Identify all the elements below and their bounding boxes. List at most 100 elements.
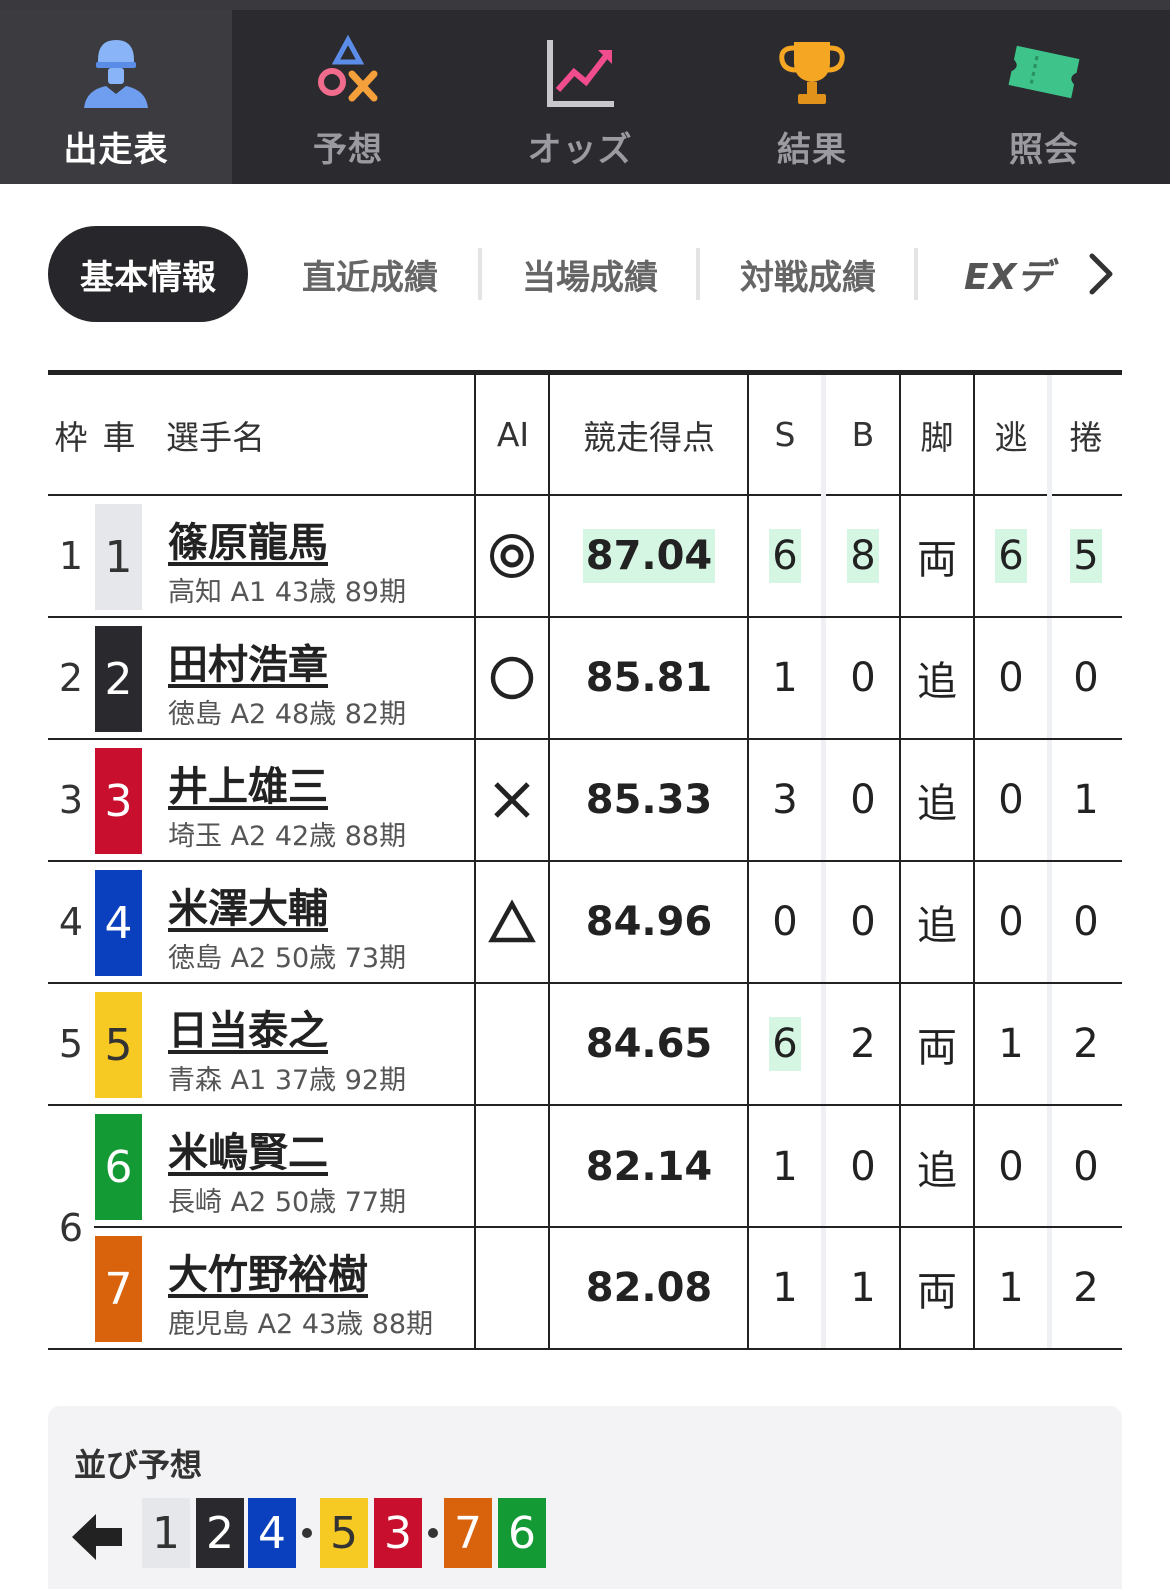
- trophy-icon: [779, 42, 845, 104]
- s-count: 1: [772, 1144, 798, 1190]
- top-nav: 出走表 予想 オッズ 結果 照会: [0, 0, 1170, 184]
- tab-shusouhyo[interactable]: 出走表: [0, 10, 232, 184]
- tab-divider: [478, 248, 482, 300]
- nige-count: 0: [998, 777, 1024, 823]
- score-value: 84.96: [585, 899, 713, 945]
- makuri-count: 0: [1073, 899, 1099, 945]
- b-count: 2: [850, 1021, 876, 1067]
- header-kyaku: 脚: [920, 417, 954, 457]
- ai-mark: [476, 496, 548, 616]
- s-count: 1: [772, 655, 798, 701]
- b-count: 0: [850, 1144, 876, 1190]
- subtab-chokkin[interactable]: 直近成績: [270, 226, 470, 322]
- b-count: 0: [850, 777, 876, 823]
- racer-name-link[interactable]: 井上雄三: [168, 754, 328, 812]
- arrow-left-icon: [72, 1514, 122, 1560]
- score-value: 85.33: [585, 777, 713, 823]
- tab-divider: [696, 248, 700, 300]
- prediction-marks-icon: [318, 34, 378, 102]
- score-value: 84.65: [585, 1021, 713, 1067]
- racer-name-link[interactable]: 大竹野裕樹: [168, 1242, 368, 1300]
- racer-name-link[interactable]: 米嶋賢二: [168, 1120, 328, 1178]
- racer-name-link[interactable]: 米澤大輔: [168, 876, 328, 934]
- makuri-count: 1: [1073, 777, 1099, 823]
- waku-number: 1: [58, 534, 84, 578]
- table-row[interactable]: 1 1 篠原龍馬 高知 A1 43歳 89期 87.04 6 8 両 6 5: [48, 496, 1122, 618]
- b-count: 0: [850, 655, 876, 701]
- sha-badge: 6: [95, 1114, 142, 1220]
- score-value: 85.81: [585, 655, 713, 701]
- racer-info: 徳島 A2 50歳 73期: [168, 943, 407, 974]
- waku-number: 4: [58, 900, 84, 944]
- line-car-3: 3: [374, 1498, 422, 1568]
- entry-table: 枠 車 選手名 AI 競走得点 S B 脚 逃 捲 1 1 篠原龍馬 高知 A1…: [48, 370, 1122, 1350]
- b-count: 8: [847, 529, 879, 583]
- racer-name-link[interactable]: 篠原龍馬: [168, 510, 328, 568]
- line-car-4: 4: [248, 1498, 296, 1568]
- table-row[interactable]: 2 2 田村浩章 徳島 A2 48歳 82期 85.81 1 0 追 0 0: [48, 618, 1122, 740]
- subtab-taisen[interactable]: 対戦成績: [708, 226, 908, 322]
- header-nige: 逃: [994, 417, 1028, 457]
- line-car-6: 6: [498, 1498, 546, 1568]
- subtab-kihon[interactable]: 基本情報: [48, 226, 248, 322]
- racer-info: 高知 A1 43歳 89期: [168, 577, 407, 608]
- racer-info: 埼玉 A2 42歳 88期: [168, 821, 407, 852]
- kyaku-type: 両: [917, 537, 957, 583]
- kyaku-type: 両: [917, 1269, 957, 1315]
- b-count: 1: [850, 1265, 876, 1311]
- tab-shoukai[interactable]: 照会: [928, 10, 1160, 184]
- s-count: 0: [772, 899, 798, 945]
- sub-tabs: 基本情報 直近成績 当場成績 対戦成績 EXデ: [0, 226, 1170, 322]
- s-count: 1: [772, 1265, 798, 1311]
- tab-yosou[interactable]: 予想: [232, 10, 464, 184]
- table-row[interactable]: 4 4 米澤大輔 徳島 A2 50歳 73期 84.96 0 0 追 0 0: [48, 862, 1122, 984]
- racer-info: 長崎 A2 50歳 77期: [168, 1187, 407, 1218]
- makuri-count: 2: [1073, 1021, 1099, 1067]
- line-car-2: 2: [196, 1498, 244, 1568]
- score-value: 82.14: [585, 1144, 713, 1190]
- header-name: 選手名: [166, 417, 265, 457]
- s-count: 6: [769, 1017, 801, 1071]
- tab-kekka[interactable]: 結果: [696, 10, 928, 184]
- s-count: 6: [769, 529, 801, 583]
- racer-name-link[interactable]: 田村浩章: [168, 632, 328, 690]
- nige-count: 1: [998, 1021, 1024, 1067]
- racer-info: 鹿児島 A2 43歳 88期: [168, 1309, 434, 1340]
- table-header: 枠 車 選手名 AI 競走得点 S B 脚 逃 捲: [48, 375, 1122, 496]
- table-row[interactable]: 7 大竹野裕樹 鹿児島 A2 43歳 88期 82.08 1 1 両 1 2: [48, 1228, 1122, 1350]
- chevron-right-icon[interactable]: [1080, 250, 1120, 298]
- kyaku-type: 追: [917, 781, 957, 827]
- waku-number: 5: [58, 1022, 84, 1066]
- waku-number: 2: [58, 656, 84, 700]
- double-circle-icon: [490, 534, 534, 578]
- s-count: 3: [772, 777, 798, 823]
- score-value: 87.04: [582, 529, 716, 583]
- table-row[interactable]: 3 3 井上雄三 埼玉 A2 42歳 88期 85.33 3 0 追 0 1: [48, 740, 1122, 862]
- tab-odds[interactable]: オッズ: [464, 10, 696, 184]
- kyaku-type: 追: [917, 903, 957, 949]
- makuri-count: 5: [1070, 529, 1102, 583]
- tab-label: 予想: [313, 130, 383, 170]
- table-row[interactable]: 6 米嶋賢二 長崎 A2 50歳 77期 82.14 1 0 追 0 0: [48, 1106, 1122, 1228]
- sha-badge: 5: [95, 992, 142, 1098]
- nige-count: 0: [998, 1144, 1024, 1190]
- score-value: 82.08: [585, 1265, 713, 1311]
- triangle-icon: [488, 899, 536, 943]
- sha-badge: 1: [95, 504, 142, 610]
- sha-badge: 2: [95, 626, 142, 732]
- tab-label: 結果: [777, 130, 847, 170]
- header-makuri: 捲: [1069, 417, 1103, 457]
- header-s: S: [774, 415, 796, 454]
- ai-mark: [476, 740, 548, 860]
- line-separator: [302, 1528, 312, 1538]
- subtab-ex-data[interactable]: EXデ: [964, 226, 1052, 322]
- nige-count: 0: [998, 899, 1024, 945]
- sha-badge: 7: [95, 1236, 142, 1342]
- kyaku-type: 両: [917, 1025, 957, 1071]
- line-car-5: 5: [320, 1498, 368, 1568]
- racer-name-link[interactable]: 日当泰之: [168, 998, 328, 1056]
- table-row[interactable]: 5 5 日当泰之 青森 A1 37歳 92期 84.65 6 2 両 1 2: [48, 984, 1122, 1106]
- header-sha: 車: [102, 417, 136, 457]
- subtab-toujo[interactable]: 当場成績: [490, 226, 690, 322]
- kyaku-type: 追: [917, 659, 957, 705]
